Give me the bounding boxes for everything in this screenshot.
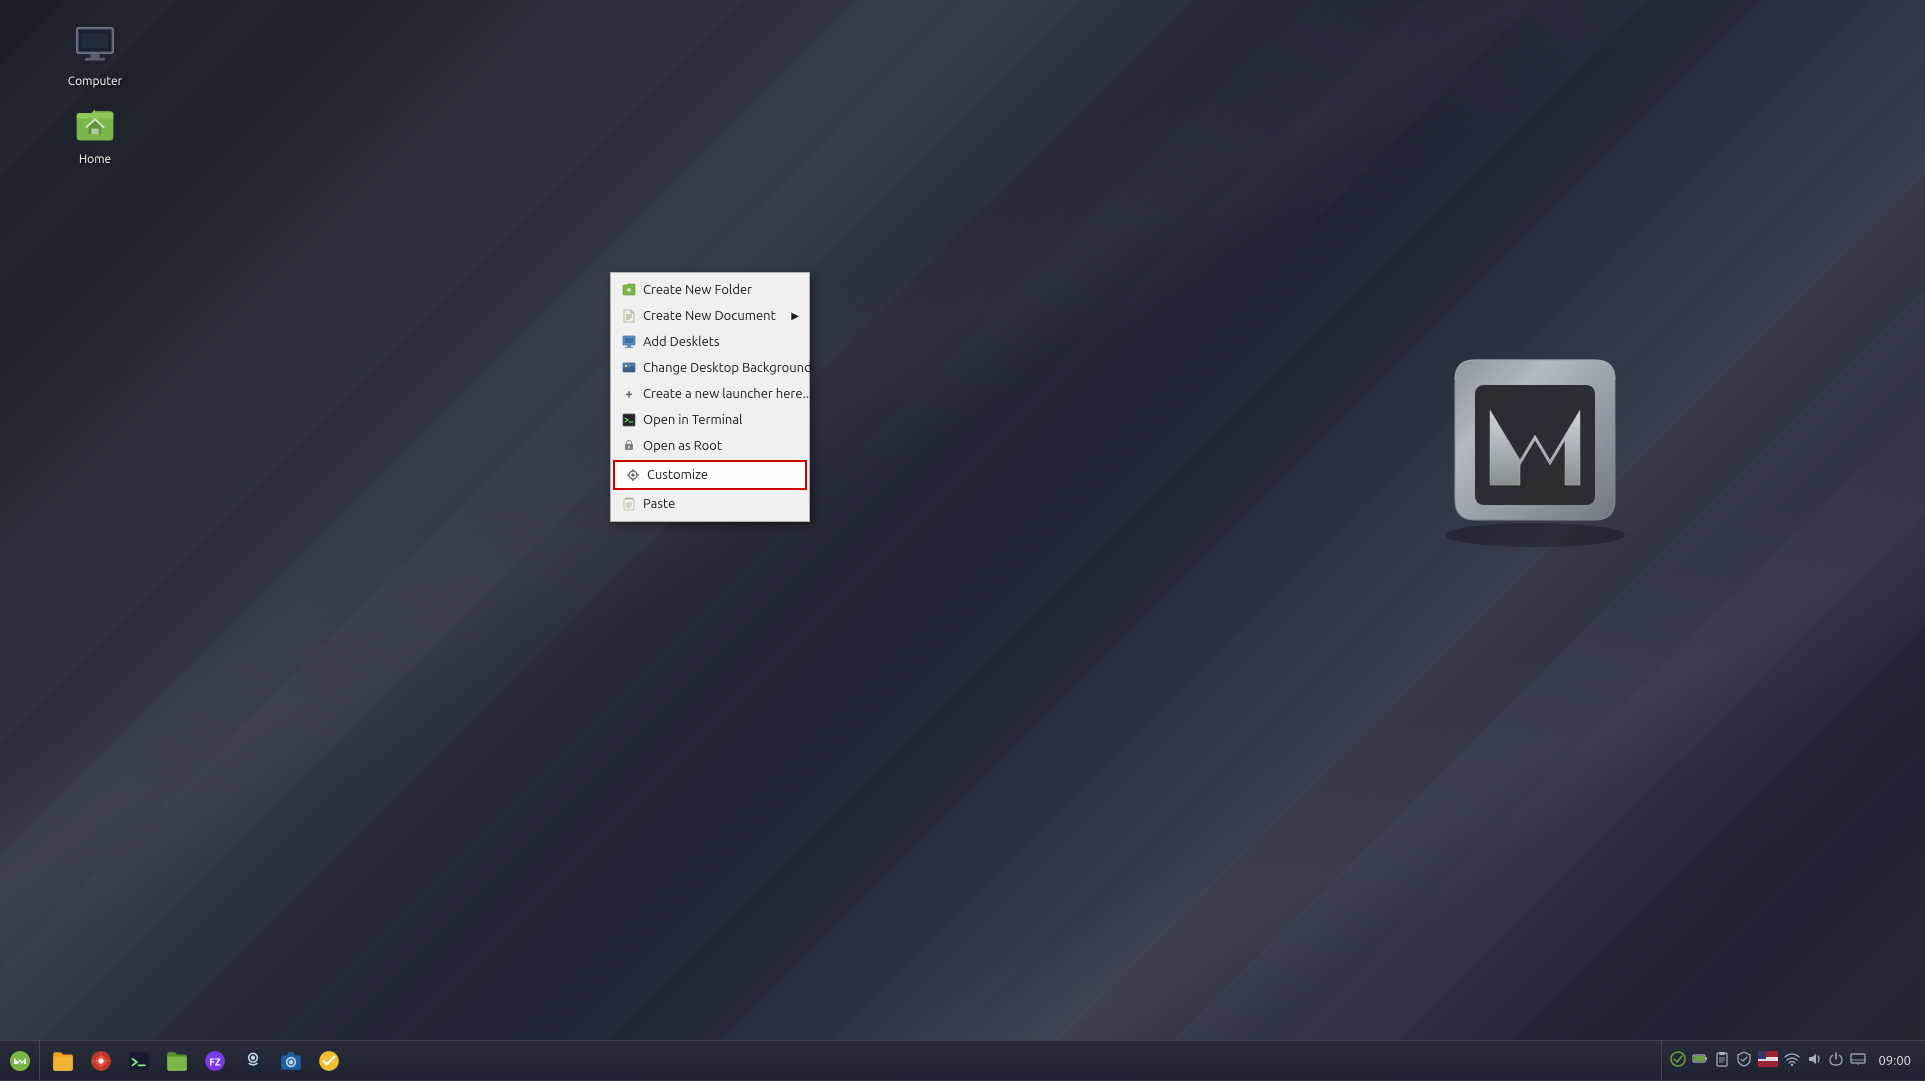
menu-item-paste[interactable]: Paste bbox=[611, 491, 809, 517]
tray-power-icon[interactable] bbox=[1828, 1051, 1844, 1070]
menu-item-add-desklets[interactable]: Add Desklets bbox=[611, 329, 809, 355]
submenu-arrow: ▶ bbox=[791, 310, 799, 322]
background-icon bbox=[621, 360, 637, 376]
desklet-icon bbox=[621, 334, 637, 350]
menu-label-create-launcher: Create a new launcher here... bbox=[643, 387, 812, 401]
menu-label-create-folder: Create New Folder bbox=[643, 283, 752, 297]
customize-icon bbox=[625, 467, 641, 483]
menu-label-open-root: Open as Root bbox=[643, 439, 722, 453]
taskbar-app-steam[interactable] bbox=[235, 1045, 271, 1077]
menu-label-open-terminal: Open in Terminal bbox=[643, 413, 742, 427]
menu-item-customize[interactable]: Customize bbox=[613, 460, 807, 490]
tray-shield-icon[interactable] bbox=[1736, 1051, 1752, 1070]
menu-item-create-document[interactable]: Create New Document ▶ bbox=[611, 303, 809, 329]
menu-item-create-launcher[interactable]: + Create a new launcher here... bbox=[611, 381, 809, 407]
paste-icon bbox=[621, 496, 637, 512]
menu-label-paste: Paste bbox=[643, 497, 675, 511]
mint-logo bbox=[1425, 320, 1645, 550]
taskbar-app-camera[interactable] bbox=[273, 1045, 309, 1077]
tray-clipboard-icon[interactable] bbox=[1714, 1051, 1730, 1070]
menu-label-create-document: Create New Document bbox=[643, 309, 776, 323]
menu-item-open-terminal[interactable]: Open in Terminal bbox=[611, 407, 809, 433]
folder-new-icon bbox=[621, 282, 637, 298]
menu-item-create-folder[interactable]: Create New Folder bbox=[611, 277, 809, 303]
tray-battery-icon[interactable] bbox=[1692, 1051, 1708, 1070]
root-icon bbox=[621, 438, 637, 454]
home-label: Home bbox=[79, 152, 111, 168]
menu-label-change-bg: Change Desktop Background bbox=[643, 361, 812, 375]
tray-update-icon[interactable] bbox=[1670, 1051, 1686, 1070]
taskbar-app-filemanager[interactable] bbox=[159, 1045, 195, 1077]
plus-icon: + bbox=[621, 386, 637, 402]
desktop-icon-home[interactable]: Home bbox=[55, 96, 135, 172]
menu-item-change-bg[interactable]: Change Desktop Background bbox=[611, 355, 809, 381]
taskbar-app-terminal[interactable] bbox=[121, 1045, 157, 1077]
system-tray: 09:00 bbox=[1661, 1041, 1925, 1080]
menu-label-add-desklets: Add Desklets bbox=[643, 335, 720, 349]
document-new-icon bbox=[621, 308, 637, 324]
tray-language-icon[interactable] bbox=[1758, 1051, 1778, 1070]
desktop-icon-computer[interactable]: Computer bbox=[55, 18, 135, 94]
taskbar-app-filezilla[interactable]: FZ bbox=[197, 1045, 233, 1077]
context-menu: Create New Folder Create New Document ▶ bbox=[610, 272, 810, 522]
menu-item-open-root[interactable]: Open as Root bbox=[611, 433, 809, 459]
home-icon bbox=[71, 100, 119, 148]
computer-icon bbox=[71, 22, 119, 70]
taskbar: FZ bbox=[0, 1040, 1925, 1080]
taskbar-apps: FZ bbox=[40, 1041, 1661, 1080]
taskbar-app-browser-red[interactable] bbox=[83, 1045, 119, 1077]
terminal-icon bbox=[621, 412, 637, 428]
taskbar-clock[interactable]: 09:00 bbox=[1872, 1054, 1917, 1068]
computer-label: Computer bbox=[68, 74, 122, 90]
taskbar-app-ticktick[interactable] bbox=[311, 1045, 347, 1077]
svg-text:FZ: FZ bbox=[209, 1056, 221, 1067]
tray-wifi-icon[interactable] bbox=[1784, 1051, 1800, 1070]
tray-network-icon[interactable] bbox=[1850, 1051, 1866, 1070]
taskbar-app-files[interactable] bbox=[45, 1045, 81, 1077]
start-button[interactable] bbox=[0, 1041, 40, 1081]
menu-label-customize: Customize bbox=[647, 468, 708, 482]
tray-volume-icon[interactable] bbox=[1806, 1051, 1822, 1070]
